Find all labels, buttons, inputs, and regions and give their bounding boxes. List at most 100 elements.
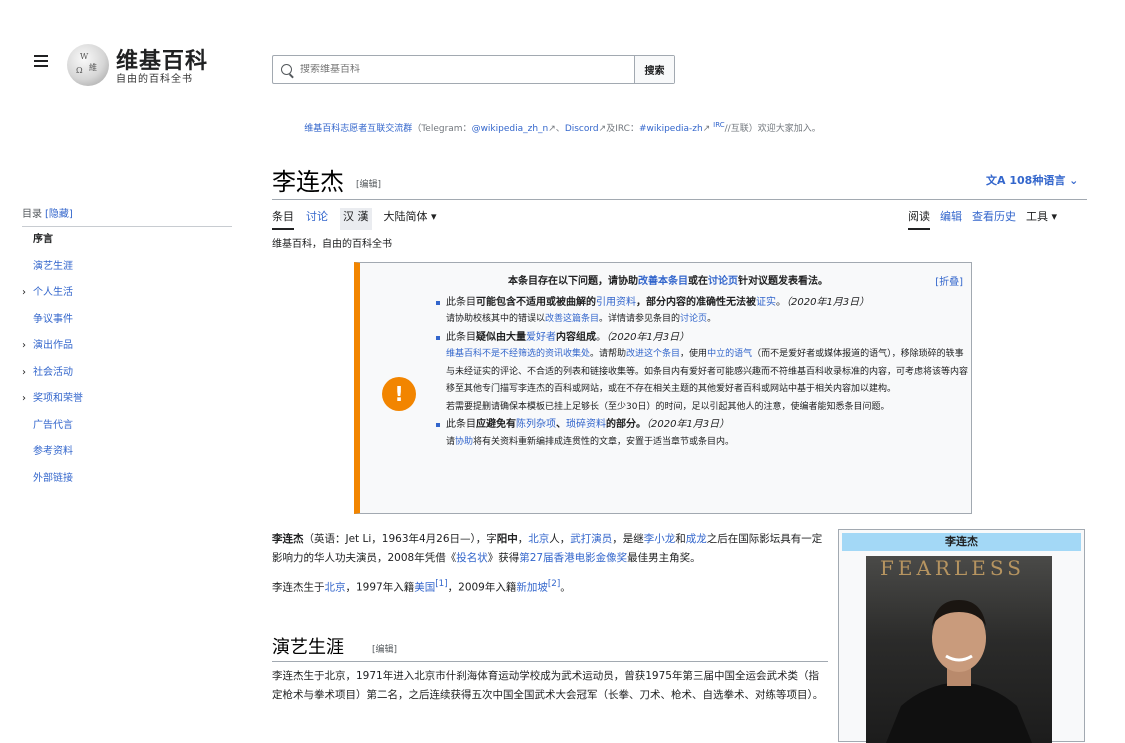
issue-text: 此条目 [446, 296, 476, 308]
toc-item[interactable]: › 个人生活 [22, 280, 232, 307]
poster-text: FEARLESS [880, 556, 1025, 580]
issue-link[interactable]: 引用资料 [596, 297, 636, 308]
issue-text: 的部分。 [606, 419, 646, 430]
tab-talk[interactable]: 讨论 [306, 208, 328, 230]
issue-date: （2020年1月3日） [606, 331, 690, 343]
globe-glyph: Ω [76, 66, 83, 75]
body-link[interactable]: 李小龙 [644, 533, 676, 545]
body-link[interactable]: 成龙 [686, 533, 707, 545]
issue-detail-text: 。请帮助 [590, 349, 627, 359]
sitenotice-text: 及IRC： [606, 124, 639, 134]
chevron-right-icon[interactable]: › [22, 360, 26, 387]
variant-toggle[interactable]: 汉 漢 [340, 208, 372, 230]
toc-item[interactable]: 序言 [22, 227, 232, 254]
language-button[interactable]: 文A 108种语言 ⌄ [986, 172, 1078, 188]
section-edit-link[interactable]: [编辑] [372, 642, 397, 655]
telegram-link[interactable]: @wikipedia_zh_n [472, 124, 549, 134]
sitenotice-text: （Telegram： [412, 124, 472, 134]
toc-item[interactable]: › 奖项和荣誉 [22, 386, 232, 413]
infobox-portrait-image[interactable]: FEARLESS [866, 556, 1052, 743]
language-count: 108种语言 [1009, 174, 1066, 187]
issue-detail-link[interactable]: 中立的语气 [707, 349, 752, 359]
toc-item[interactable]: › 社会活动 [22, 360, 232, 387]
infobox-title: 李连杰 [842, 533, 1081, 551]
site-subtitle: 维基百科，自由的百科全书 [272, 239, 392, 250]
globe-glyph: W [80, 52, 89, 61]
toc-item[interactable]: 广告代言 [22, 413, 232, 440]
tab-history[interactable]: 查看历史 [972, 208, 1016, 230]
tab-read[interactable]: 阅读 [908, 208, 930, 230]
issue-detail: 请协助校核其中的错误以改善这篇条目。详情请参见条目的讨论页。 [446, 311, 968, 329]
infobox: 李连杰 FEARLESS [838, 529, 1085, 743]
toc-item-label: 演出作品 [33, 340, 73, 351]
title-divider [272, 199, 1087, 200]
issue-text: 内容组成 [556, 331, 596, 343]
tab-article[interactable]: 条目 [272, 208, 294, 230]
reference-link[interactable]: [1] [435, 579, 447, 589]
body-link[interactable]: 武打演员 [570, 533, 612, 545]
issue-date: （2020年1月3日） [786, 296, 870, 308]
body-link[interactable]: 第27届香港电影金像奖 [519, 552, 627, 564]
ambox-title-text: 针对议题发表看法。 [738, 276, 828, 287]
namespace-tabs: 条目 讨论 汉 漢 大陆简体 ▾ [272, 208, 437, 230]
section-heading: 演艺生涯 [272, 637, 344, 658]
portrait-figure [886, 600, 1032, 743]
issue-detail-link[interactable]: 维基百科不是不经筛选的资讯收集处 [446, 349, 590, 359]
irc-link[interactable]: #wikipedia-zh [639, 124, 703, 134]
toc-hide-button[interactable]: [隐藏] [45, 205, 73, 220]
body-text: 最佳男主角奖。 [627, 552, 701, 565]
variant-select[interactable]: 大陆简体 ▾ [384, 208, 437, 230]
body-link[interactable]: 美国 [414, 581, 435, 593]
issue-text: 、 [556, 419, 566, 430]
toc-heading: 目录 [22, 209, 42, 220]
issue-link[interactable]: 爱好者 [526, 332, 556, 343]
tab-edit[interactable]: 编辑 [940, 208, 962, 230]
search-button[interactable]: 搜索 [634, 56, 674, 83]
issue-detail: 若需要提删请确保本模板已挂上足够长（至少30日）的时间，足以引起其他人的注意，使… [446, 401, 890, 412]
body-link[interactable]: 北京 [325, 581, 346, 593]
reference-link[interactable]: [2] [548, 579, 560, 589]
sitenotice-group-link[interactable]: 维基百科志愿者互联交流群 [304, 124, 412, 134]
chevron-down-icon: ⌄ [1069, 174, 1079, 187]
issue-link[interactable]: 陈列杂项 [516, 419, 556, 430]
talk-page-link[interactable]: 讨论页 [708, 276, 738, 287]
body-text: 》获得 [487, 552, 520, 565]
issue-detail-link[interactable]: 改善这篇条目 [545, 314, 599, 324]
issue-detail-link[interactable]: 协助 [455, 437, 473, 447]
issue-link[interactable]: 证实 [756, 297, 776, 308]
ambox-title: 本条目存在以下问题，请协助改善本条目或在讨论页针对议题发表看法。 [428, 273, 968, 291]
view-tabs: 阅读 编辑 查看历史 工具 ▾ [908, 208, 1057, 230]
external-link-icon: ↗ [702, 124, 711, 134]
body-link[interactable]: 北京 [528, 533, 549, 545]
toc-item[interactable]: 争议事件 [22, 307, 232, 334]
search-input[interactable] [300, 64, 600, 75]
irc-superscript[interactable]: IRC [713, 121, 724, 129]
body-text: ，1997年入籍 [345, 581, 415, 594]
issue-detail: 请协助将有关资料重新编排成连贯性的文章，安置于适当章节或条目内。 [446, 434, 968, 452]
main-menu-icon[interactable] [34, 55, 48, 67]
multiple-issues-box: ! [折叠] 本条目存在以下问题，请协助改善本条目或在讨论页针对议题发表看法。 … [354, 262, 972, 514]
improve-article-link[interactable]: 改善本条目 [638, 276, 688, 287]
chevron-right-icon[interactable]: › [22, 280, 26, 307]
wikipedia-logo-globe[interactable]: W 維 Ω [67, 44, 109, 86]
issue-detail-link[interactable]: 讨论页 [680, 314, 707, 324]
title-edit-link[interactable]: [编辑] [356, 177, 381, 190]
tools-menu[interactable]: 工具 ▾ [1026, 208, 1057, 230]
chevron-right-icon[interactable]: › [22, 386, 26, 413]
toc-item[interactable]: 参考资料 [22, 439, 232, 466]
external-link-icon: ↗ [548, 124, 556, 134]
issue-detail-text: 请 [446, 436, 456, 447]
body-link[interactable]: 投名状 [456, 552, 488, 564]
body-link[interactable]: 新加坡 [516, 581, 548, 593]
issue-detail: 维基百科不是不经筛选的资讯收集处。请帮助改进这个条目，使用中立的语气（而不是爱好… [446, 346, 968, 399]
issue-link[interactable]: 琐碎资料 [566, 419, 606, 430]
issue-detail-link[interactable]: 改进这个条目 [626, 349, 680, 359]
issue-text: ，部分内容的准确性无法被 [636, 296, 756, 308]
toc-item[interactable]: › 演出作品 [22, 333, 232, 360]
toc-item[interactable]: 外部链接 [22, 466, 232, 493]
discord-link[interactable]: Discord [565, 124, 599, 134]
ambox-title-text: 或在 [688, 276, 708, 287]
toc-item-label: 广告代言 [33, 419, 73, 431]
chevron-right-icon[interactable]: › [22, 333, 26, 360]
toc-item[interactable]: 演艺生涯 [22, 254, 232, 281]
